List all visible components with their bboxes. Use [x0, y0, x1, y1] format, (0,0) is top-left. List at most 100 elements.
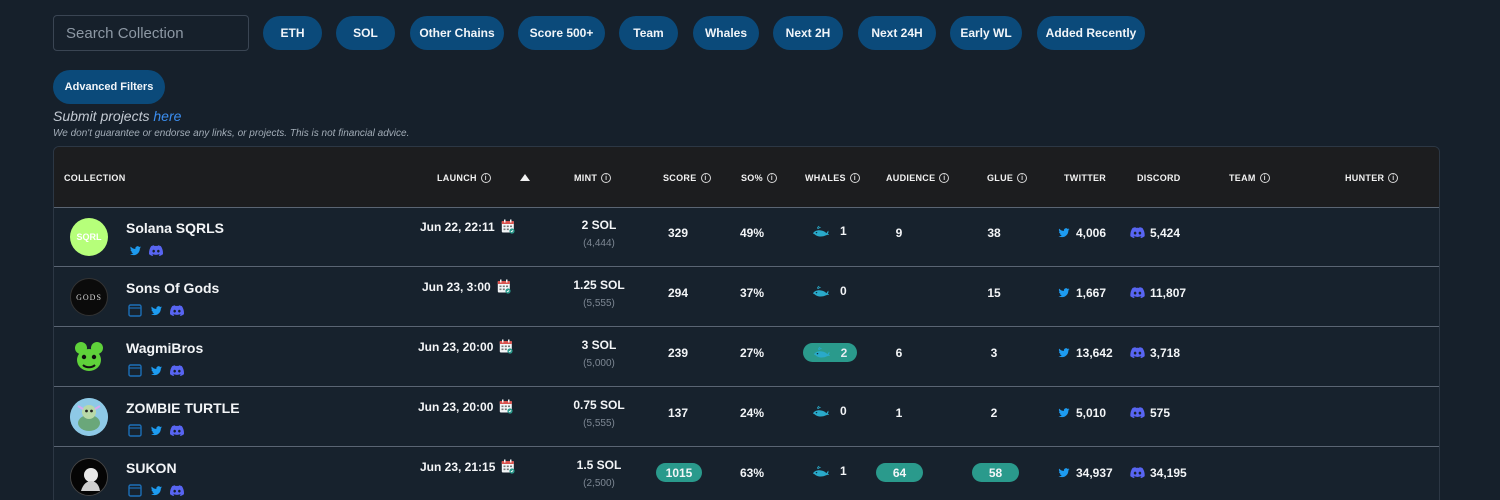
column-header-label: MINT — [574, 173, 598, 183]
info-icon[interactable]: i — [1259, 173, 1270, 183]
collection-name[interactable]: ZOMBIE TURTLE — [126, 400, 240, 416]
column-header-team[interactable]: TEAM i — [1229, 173, 1270, 183]
column-header-hunter[interactable]: HUNTER i — [1345, 173, 1399, 183]
filter-early-wl-button[interactable]: Early WL — [950, 16, 1022, 50]
filter-team-button[interactable]: Team — [619, 16, 678, 50]
launch-time-text: Jun 23, 21:15 — [420, 459, 496, 474]
twitter-icon — [1057, 347, 1071, 359]
filter-next-24h-button[interactable]: Next 24H — [858, 16, 936, 50]
column-header-collection[interactable]: COLLECTION — [64, 173, 126, 183]
filter-other-chains-button[interactable]: Other Chains — [410, 16, 504, 50]
website-icon[interactable] — [128, 424, 142, 437]
website-icon[interactable] — [128, 364, 142, 377]
search-input[interactable] — [53, 15, 249, 51]
sort-ascending-icon[interactable] — [520, 174, 530, 181]
disclaimer-text: We don't guarantee or endorse any links,… — [53, 128, 410, 139]
whales-count: 1 — [840, 224, 847, 238]
add-calendar-icon[interactable] — [499, 399, 513, 414]
table-row[interactable]: SUKON Jun 23, 21:15 1.5 SOL (2,500) 1015… — [54, 448, 1439, 500]
mint-supply: (5,000) — [583, 358, 615, 369]
add-calendar-icon[interactable] — [497, 279, 511, 294]
column-header-label: GLUE — [987, 173, 1014, 183]
info-icon[interactable]: i — [766, 173, 777, 183]
mint-supply: (4,444) — [583, 238, 615, 249]
collection-name[interactable]: WagmiBros — [126, 340, 203, 356]
column-header-score[interactable]: SCORE i — [663, 173, 711, 183]
add-calendar-icon[interactable] — [501, 219, 515, 234]
filter-eth-button[interactable]: ETH — [263, 16, 322, 50]
website-icon[interactable] — [128, 304, 142, 317]
twitter-icon — [1057, 227, 1071, 239]
discord-icon — [1130, 407, 1145, 419]
discord-count: 3,718 — [1150, 346, 1181, 360]
whales-value: 0 — [812, 284, 847, 298]
discord-icon[interactable] — [149, 244, 163, 257]
audience-value: 6 — [895, 346, 903, 360]
launch-time-text: Jun 23, 20:00 — [418, 339, 494, 354]
column-header-launch[interactable]: LAUNCH i — [437, 173, 491, 183]
website-icon[interactable] — [128, 484, 142, 497]
filter-whales-button[interactable]: Whales — [693, 16, 759, 50]
table-row[interactable]: ZOMBIE TURTLE Jun 23, 20:00 0.75 SOL (5,… — [54, 388, 1439, 447]
column-header-label: TEAM — [1229, 173, 1256, 183]
zombie-turtle-avatar-icon — [70, 398, 108, 436]
discord-icon[interactable] — [170, 364, 184, 377]
column-header-so[interactable]: SO% i — [741, 173, 777, 183]
collection-name[interactable]: Solana SQRLS — [126, 220, 224, 236]
discord-count: 11,807 — [1150, 286, 1187, 300]
so-value: 63% — [739, 466, 765, 480]
twitter-icon[interactable] — [149, 484, 163, 497]
whales-value-highlight: 2 — [803, 343, 857, 362]
twitter-icon[interactable] — [149, 304, 163, 317]
column-header-audience[interactable]: AUDIENCE i — [886, 173, 950, 183]
discord-count: 575 — [1150, 406, 1171, 420]
filter-added-recently-button[interactable]: Added Recently — [1037, 16, 1145, 50]
info-icon[interactable]: i — [1388, 173, 1399, 183]
submit-projects-link[interactable]: here — [153, 108, 181, 124]
info-icon[interactable]: i — [939, 173, 950, 183]
score-value: 239 — [667, 346, 689, 360]
mint-supply: (5,555) — [583, 298, 615, 309]
twitter-icon[interactable] — [128, 244, 142, 257]
twitter-followers: 5,010 — [1057, 406, 1106, 420]
info-icon[interactable]: i — [700, 173, 711, 183]
collection-name[interactable]: SUKON — [126, 460, 177, 476]
info-icon[interactable]: i — [601, 173, 612, 183]
info-icon[interactable]: i — [1017, 173, 1028, 183]
column-header-glue[interactable]: GLUE i — [987, 173, 1028, 183]
mint-supply: (5,555) — [583, 418, 615, 429]
add-calendar-icon[interactable] — [499, 339, 513, 354]
collection-name[interactable]: Sons Of Gods — [126, 280, 219, 296]
discord-icon[interactable] — [170, 424, 184, 437]
audience-value-highlight: 64 — [876, 463, 923, 482]
info-icon[interactable]: i — [480, 173, 491, 183]
discord-members: 5,424 — [1130, 226, 1180, 240]
column-header-whales[interactable]: WHALES i — [805, 173, 860, 183]
discord-members: 3,718 — [1130, 346, 1180, 360]
whale-icon — [813, 346, 831, 359]
collections-table: COLLECTION LAUNCH i MINT i SCORE i SO% i WHA… — [53, 146, 1440, 500]
twitter-icon[interactable] — [149, 364, 163, 377]
column-header-mint[interactable]: MINT i — [574, 173, 612, 183]
score-value: 137 — [667, 406, 689, 420]
table-row[interactable]: SQRL Solana SQRLS Jun 22, 22:11 2 SOL (4… — [54, 208, 1439, 267]
filter-score-500-button[interactable]: Score 500+ — [518, 16, 605, 50]
twitter-icon[interactable] — [149, 424, 163, 437]
column-header-twitter[interactable]: TWITTER — [1064, 173, 1106, 183]
column-header-discord[interactable]: DISCORD — [1137, 173, 1181, 183]
avatar — [70, 398, 108, 436]
filter-next-2h-button[interactable]: Next 2H — [773, 16, 843, 50]
table-row[interactable]: WagmiBros Jun 23, 20:00 3 SOL (5,000) 23… — [54, 328, 1439, 387]
advanced-filters-button[interactable]: Advanced Filters — [53, 70, 165, 104]
filter-sol-button[interactable]: SOL — [336, 16, 395, 50]
info-icon[interactable]: i — [849, 173, 860, 183]
avatar — [70, 338, 108, 376]
discord-icon[interactable] — [170, 484, 184, 497]
sukon-avatar-icon — [71, 459, 107, 495]
twitter-count: 13,642 — [1076, 346, 1113, 360]
add-calendar-icon[interactable] — [501, 459, 515, 474]
discord-icon[interactable] — [170, 304, 184, 317]
wagmibros-logo-icon — [75, 342, 103, 371]
whales-count: 1 — [840, 464, 847, 478]
table-row[interactable]: GODS Sons Of Gods Jun 23, 3:00 1.25 SOL … — [54, 268, 1439, 327]
